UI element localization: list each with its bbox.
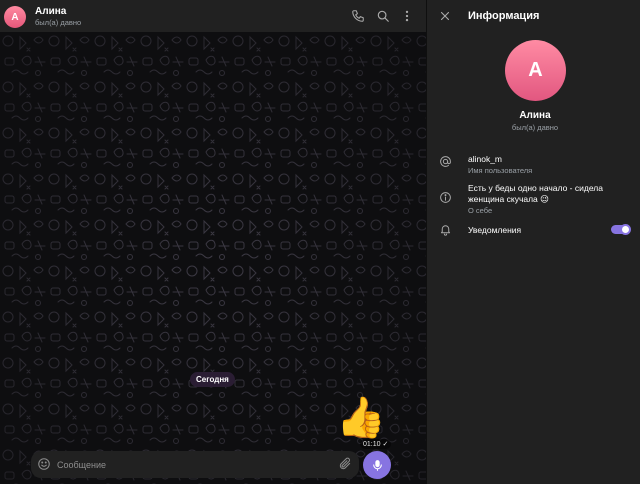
toggle-knob — [620, 224, 631, 235]
chat-header[interactable]: A Алина был(а) давно — [0, 0, 426, 32]
phone-icon[interactable] — [351, 9, 365, 23]
bio-label: О себе — [468, 206, 493, 215]
record-voice-button[interactable] — [363, 451, 391, 479]
profile-avatar[interactable]: A — [505, 40, 566, 101]
profile-status: был(а) давно — [511, 123, 559, 132]
contact-status: был(а) давно — [35, 18, 82, 27]
panel-title: Информация — [468, 10, 540, 22]
contact-name[interactable]: Алина — [35, 6, 66, 17]
profile-name: Алина — [519, 110, 551, 121]
notifications-toggle[interactable] — [611, 224, 631, 235]
info-icon — [439, 191, 452, 204]
close-icon[interactable] — [439, 10, 451, 22]
date-separator: Сегодня — [190, 372, 235, 387]
thumbs-up-sticker[interactable]: 👍 — [336, 393, 386, 443]
notifications-label: Уведомления — [468, 225, 522, 235]
message-input[interactable] — [57, 456, 327, 473]
username-value[interactable]: alinok_m — [468, 154, 628, 165]
contact-avatar[interactable]: A — [4, 6, 26, 28]
message-time-text: 01:10 — [363, 440, 381, 448]
microphone-icon — [372, 459, 382, 471]
chat-area: A Алина был(а) давно Сегодня 👍 01:10 ✓ — [0, 0, 426, 484]
paperclip-icon[interactable] — [338, 457, 352, 471]
message-composer — [31, 451, 359, 478]
bell-icon — [439, 223, 452, 236]
smile-icon[interactable] — [37, 457, 51, 471]
read-check-icon: ✓ — [382, 441, 389, 448]
message-time: 01:10 ✓ — [360, 439, 392, 449]
bio-value[interactable]: Есть у беды одно начало - сидела женщина… — [468, 183, 628, 205]
username-label: Имя пользователя — [468, 166, 533, 175]
more-vertical-icon[interactable] — [400, 9, 414, 23]
at-icon — [439, 155, 452, 168]
search-icon[interactable] — [376, 9, 390, 23]
user-info-panel: Информация A Алина был(а) давно alinok_m… — [426, 0, 640, 484]
